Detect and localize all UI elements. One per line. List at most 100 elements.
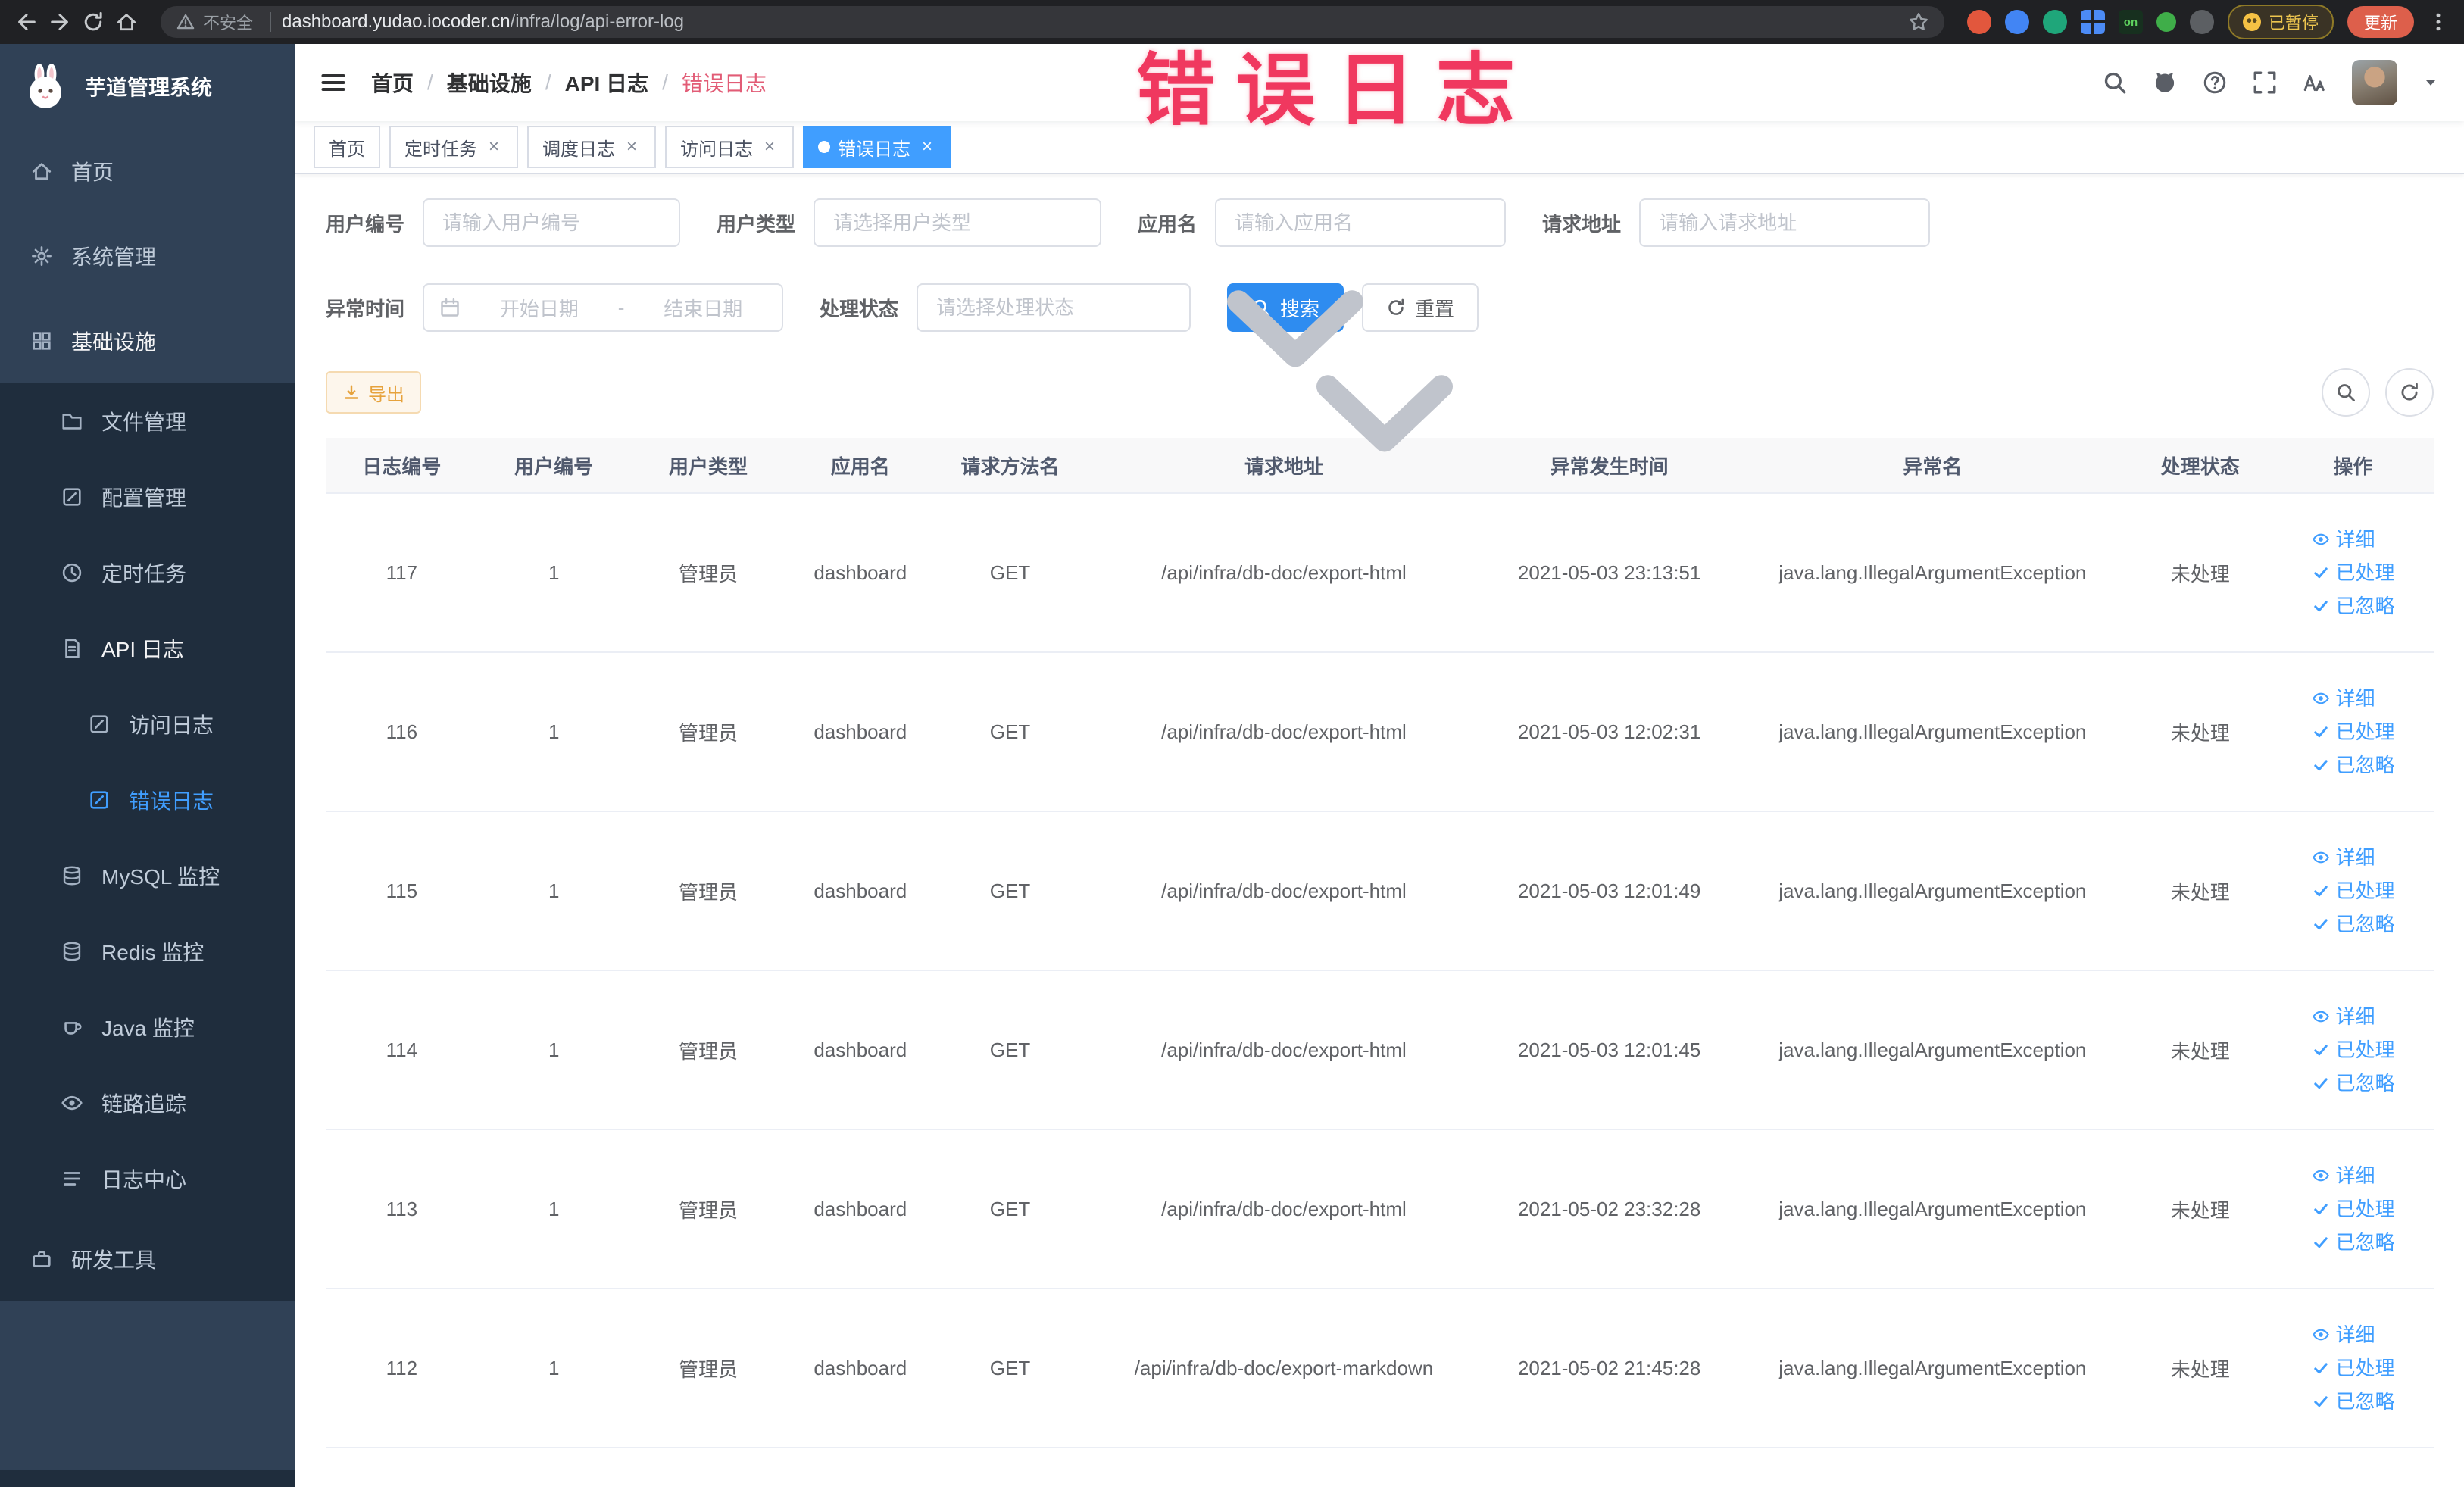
- security-label[interactable]: 不安全: [203, 10, 253, 34]
- sidebar-item-log-center[interactable]: 日志中心: [0, 1141, 295, 1217]
- cell-app-name: dashboard: [786, 1289, 935, 1448]
- mark-processed-link[interactable]: 已处理: [2312, 1036, 2395, 1064]
- cell-exception-name: java.lang.IllegalArgumentException: [1737, 811, 2128, 971]
- reset-button[interactable]: 重置: [1362, 283, 1479, 332]
- sidebar-item-java-monitor[interactable]: Java 监控: [0, 989, 295, 1065]
- filter-row-1: 用户编号 用户类型 应用名 请求: [326, 198, 2434, 247]
- mark-ignored-link[interactable]: 已忽略: [2312, 1388, 2395, 1415]
- detail-link[interactable]: 详细: [2312, 685, 2375, 712]
- start-date-placeholder: 开始日期: [499, 297, 579, 320]
- detail-link[interactable]: 详细: [2312, 1321, 2375, 1348]
- detail-link[interactable]: 详细: [2312, 526, 2375, 553]
- tag-access-log[interactable]: 访问日志: [665, 126, 794, 168]
- cell-method: GET: [934, 652, 1086, 812]
- col-request-url: 请求地址: [1085, 438, 1482, 494]
- extension-icon-2[interactable]: [2004, 10, 2029, 34]
- detail-link[interactable]: 详细: [2312, 1162, 2375, 1189]
- home-icon: [30, 160, 53, 183]
- mark-processed-link[interactable]: 已处理: [2312, 1354, 2395, 1382]
- toggle-search-button[interactable]: [2322, 368, 2370, 417]
- bookmark-star-icon[interactable]: [1908, 11, 1929, 33]
- cell-exception-name: java.lang.IllegalArgumentException: [1737, 1129, 2128, 1289]
- extensions-puzzle-icon[interactable]: [2189, 10, 2214, 34]
- github-icon[interactable]: [2152, 70, 2178, 95]
- browser-menu-icon[interactable]: [2428, 11, 2449, 33]
- search-button[interactable]: 搜索: [1227, 283, 1344, 332]
- forward-icon[interactable]: [48, 11, 71, 33]
- sidebar-item-tracing[interactable]: 链路追踪: [0, 1065, 295, 1141]
- hamburger-icon[interactable]: [320, 69, 347, 96]
- sidebar-item-home[interactable]: 首页: [0, 129, 295, 214]
- chevron-up-icon: [247, 639, 265, 658]
- address-bar[interactable]: 不安全 dashboard.yudao.iocoder.cn/infra/log…: [161, 6, 1944, 38]
- extension-on-badge[interactable]: on: [2118, 10, 2143, 34]
- edit-icon: [61, 486, 83, 508]
- cell-status: 未处理: [2128, 970, 2273, 1130]
- cell-actions: 详细 已处理 已忽略: [2272, 811, 2434, 971]
- mark-ignored-link[interactable]: 已忽略: [2312, 1229, 2395, 1256]
- caret-down-icon[interactable]: [2422, 73, 2440, 92]
- fullscreen-icon[interactable]: [2252, 70, 2278, 95]
- user-avatar[interactable]: [2352, 60, 2397, 105]
- extension-icon-1[interactable]: [1966, 10, 1991, 34]
- mark-processed-link[interactable]: 已处理: [2312, 1195, 2395, 1223]
- sidebar: 芋道管理系统 首页 系统管理 基础设施 文件管理 配置管理 定时任务 API 日…: [0, 44, 295, 1487]
- breadcrumb-infrastructure[interactable]: 基础设施: [447, 67, 532, 98]
- mark-ignored-link[interactable]: 已忽略: [2312, 751, 2395, 779]
- mark-ignored-link[interactable]: 已忽略: [2312, 911, 2395, 938]
- back-icon[interactable]: [15, 11, 38, 33]
- refresh-table-button[interactable]: [2385, 368, 2434, 417]
- mark-processed-link[interactable]: 已处理: [2312, 718, 2395, 745]
- cell-exception-name: java.lang.IllegalArgumentException: [1737, 970, 2128, 1130]
- sidebar-collapse-bar[interactable]: [0, 1470, 295, 1487]
- help-icon[interactable]: [2202, 70, 2228, 95]
- close-icon[interactable]: [760, 138, 779, 156]
- mark-ignored-link[interactable]: 已忽略: [2312, 592, 2395, 620]
- export-button[interactable]: 导出: [326, 371, 421, 414]
- process-status-select[interactable]: [918, 285, 1190, 330]
- close-icon[interactable]: [623, 138, 641, 156]
- font-size-icon[interactable]: [2302, 70, 2328, 95]
- detail-link[interactable]: 详细: [2312, 1003, 2375, 1030]
- sidebar-item-system-management[interactable]: 系统管理: [0, 214, 295, 298]
- app-logo[interactable]: 芋道管理系统: [0, 44, 295, 129]
- cell-log-id: 114: [326, 970, 478, 1130]
- mark-processed-link[interactable]: 已处理: [2312, 559, 2395, 586]
- profile-paused-badge[interactable]: 已暂停: [2227, 5, 2334, 39]
- cell-exception-time: 2021-05-02 21:45:28: [1481, 1289, 1738, 1448]
- cell-user-id: 1: [477, 652, 630, 812]
- tag-scheduled-jobs[interactable]: 定时任务: [389, 126, 518, 168]
- cell-method: GET: [934, 811, 1086, 971]
- tag-home[interactable]: 首页: [314, 126, 380, 168]
- search-icon[interactable]: [2102, 70, 2128, 95]
- cell-method: GET: [934, 970, 1086, 1130]
- extension-icon-4[interactable]: [2080, 10, 2105, 34]
- exception-time-range-picker[interactable]: 开始日期 - 结束日期: [423, 283, 784, 332]
- breadcrumb-home[interactable]: 首页: [371, 67, 414, 98]
- mark-processed-link[interactable]: 已处理: [2312, 877, 2395, 904]
- detail-link[interactable]: 详细: [2312, 844, 2375, 871]
- sidebar-item-dev-tools[interactable]: 研发工具: [0, 1217, 295, 1301]
- app-name-input[interactable]: [1216, 200, 1505, 245]
- user-id-input[interactable]: [424, 200, 679, 245]
- cell-log-id: 113: [326, 1129, 478, 1289]
- tag-error-log[interactable]: 错误日志: [803, 126, 951, 168]
- sidebar-item-redis-monitor[interactable]: Redis 监控: [0, 914, 295, 989]
- close-icon[interactable]: [918, 138, 936, 156]
- eye-icon: [2312, 848, 2330, 867]
- close-icon[interactable]: [485, 138, 503, 156]
- browser-update-button[interactable]: 更新: [2347, 6, 2414, 38]
- extension-icon-6[interactable]: [2156, 12, 2176, 32]
- breadcrumb-api-logs[interactable]: API 日志: [565, 67, 648, 98]
- browser-home-icon[interactable]: [115, 11, 138, 33]
- filter-label-app-name: 应用名: [1138, 212, 1198, 236]
- user-type-select[interactable]: [815, 200, 1101, 245]
- request-url-input[interactable]: [1641, 200, 1929, 245]
- cell-log-id: 116: [326, 652, 478, 812]
- tag-dispatch-log[interactable]: 调度日志: [527, 126, 656, 168]
- extension-icon-3[interactable]: [2042, 10, 2067, 34]
- mark-ignored-link[interactable]: 已忽略: [2312, 1070, 2395, 1097]
- col-app-name: 应用名: [786, 438, 935, 494]
- sidebar-item-api-logs[interactable]: API 日志: [0, 611, 295, 686]
- reload-icon[interactable]: [82, 11, 105, 33]
